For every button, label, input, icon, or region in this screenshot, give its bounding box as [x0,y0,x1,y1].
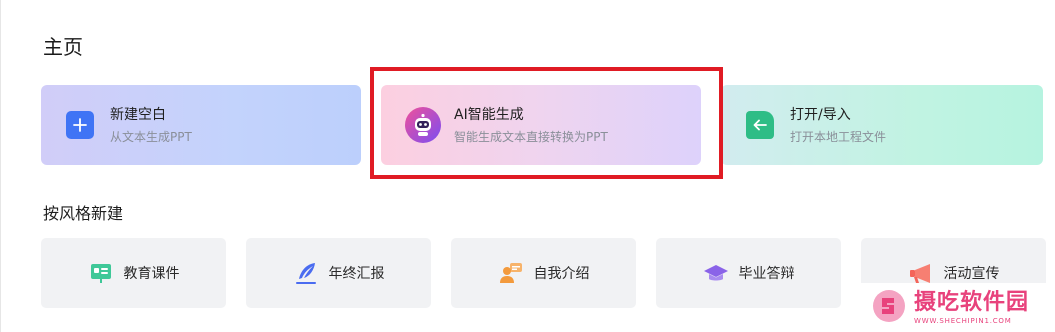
style-label: 自我介绍 [533,266,590,282]
style-section-title: 按风格新建 [43,204,124,223]
graduation-cap-icon [703,260,729,286]
page-title: 主页 [43,35,83,59]
style-card-self-intro[interactable]: 自我介绍 [451,238,636,308]
style-label: 毕业答辩 [738,266,795,282]
style-card-year-end[interactable]: 年终汇报 [246,238,431,308]
file-import-icon [746,111,774,139]
watermark-title: 摄吃软件园 [914,289,1030,315]
feather-pen-icon [293,260,319,286]
ai-generate-title: AI智能生成 [454,107,524,123]
style-card-graduation[interactable]: 毕业答辩 [656,238,841,308]
style-label: 教育课件 [123,266,180,282]
robot-icon [404,106,442,144]
person-card-icon [498,260,524,286]
left-border [0,0,1,332]
new-blank-title: 新建空白 [110,107,166,123]
style-card-education[interactable]: 教育课件 [41,238,226,308]
style-label: 活动宣传 [943,266,1000,282]
watermark: 摄吃软件园 WWW.SHECHIPIN1.COM [860,283,1055,332]
open-import-subtitle: 打开本地工程文件 [790,130,887,144]
open-import-title: 打开/导入 [790,107,851,123]
plus-icon [66,111,94,139]
presentation-board-icon [88,260,114,286]
watermark-logo-icon [872,289,906,327]
ai-generate-subtitle: 智能生成文本直接转换为PPT [454,130,608,144]
ai-generate-card[interactable]: AI智能生成 智能生成文本直接转换为PPT [381,85,701,165]
new-blank-subtitle: 从文本生成PPT [110,130,192,144]
open-import-card[interactable]: 打开/导入 打开本地工程文件 [721,85,1043,165]
style-label: 年终汇报 [328,266,385,282]
new-blank-card[interactable]: 新建空白 从文本生成PPT [41,85,361,165]
watermark-url: WWW.SHECHIPIN1.COM [914,316,1012,325]
